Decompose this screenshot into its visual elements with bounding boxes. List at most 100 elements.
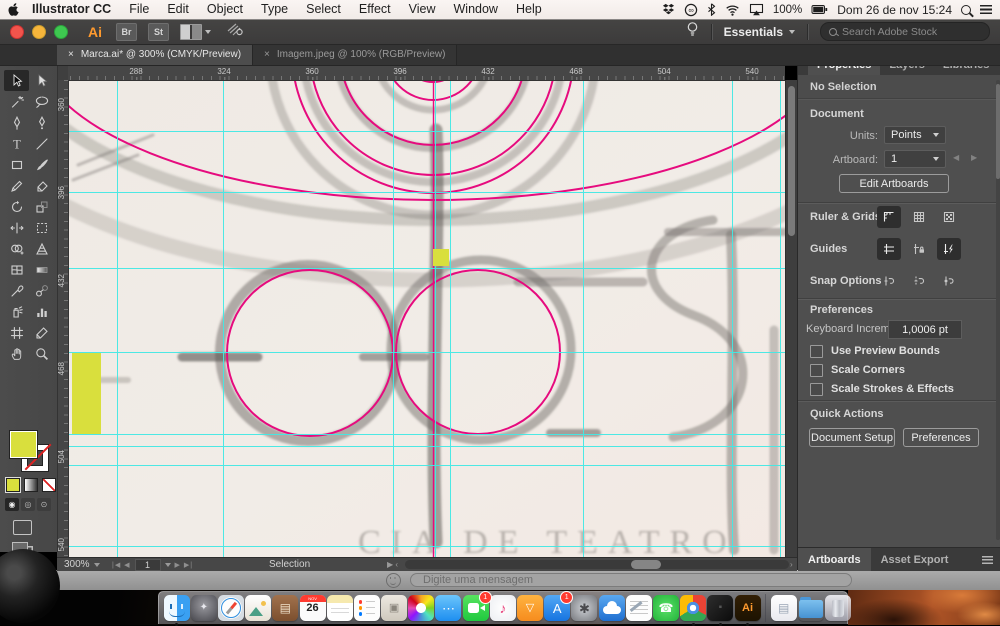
tool-selection-icon[interactable]	[4, 70, 29, 91]
smart-guides-toggle-icon[interactable]	[937, 238, 961, 260]
dock-pictures-icon[interactable]	[245, 595, 271, 621]
tool-blend-icon[interactable]	[29, 280, 54, 301]
document-setup-button[interactable]: Document Setup	[809, 428, 895, 447]
panel-scrollbar[interactable]	[996, 80, 1000, 540]
status-expand-icon[interactable]: ▶ ‹	[387, 558, 398, 571]
preferences-button[interactable]: Preferences	[903, 428, 979, 447]
tool-rotate-icon[interactable]	[4, 196, 29, 217]
arrange-documents-chevron-icon[interactable]	[205, 30, 211, 34]
color-mode-button[interactable]	[6, 478, 20, 492]
dock-messages-icon[interactable]: ⋯	[435, 595, 461, 621]
vertical-ruler[interactable]: 360396432468504540	[57, 80, 69, 557]
horizontal-scrollbar-thumb[interactable]	[631, 560, 661, 569]
adobe-stock-search-input[interactable]: Search Adobe Stock	[820, 22, 990, 41]
tab-close-icon[interactable]: ×	[68, 49, 74, 60]
grid-toggle-icon[interactable]	[907, 206, 931, 228]
gpu-performance-icon[interactable]	[227, 22, 244, 41]
dock-documents-icon[interactable]: ▤	[771, 595, 797, 621]
tool-magic-wand-icon[interactable]	[4, 91, 29, 112]
workspace-switcher[interactable]: Essentials	[724, 25, 795, 39]
checkbox-2[interactable]	[810, 383, 823, 396]
snap-point-toggle-icon[interactable]	[877, 270, 901, 292]
tool-free-transform-icon[interactable]	[29, 217, 54, 238]
menu-item-type[interactable]: Type	[252, 0, 297, 19]
keyboard-increment-field[interactable]: 1,0006 pt	[888, 320, 962, 339]
ruler-corner-toggle-icon[interactable]	[877, 206, 901, 228]
horizontal-scrollbar[interactable]	[405, 560, 789, 569]
tool-mesh-icon[interactable]	[4, 259, 29, 280]
dock-app-store-icon[interactable]: A1	[544, 595, 570, 621]
menubar-clock[interactable]: Dom 26 de nov 15:24	[837, 3, 952, 17]
tool-direct-selection-icon[interactable]	[29, 70, 54, 91]
dock-calendar-icon[interactable]: NOV26	[300, 595, 326, 621]
dock-trash-icon[interactable]	[825, 595, 851, 621]
dock-folder-icon[interactable]	[798, 595, 824, 621]
screen-mode-button[interactable]	[13, 520, 32, 535]
fill-swatch[interactable]	[9, 430, 38, 459]
notification-center-icon[interactable]	[980, 5, 992, 14]
draw-inside-button[interactable]: ⊙	[37, 498, 51, 511]
tool-perspective-grid-icon[interactable]	[29, 238, 54, 259]
tool-lasso-icon[interactable]	[29, 91, 54, 112]
menu-item-window[interactable]: Window	[445, 0, 507, 19]
tool-symbol-sprayer-icon[interactable]	[4, 301, 29, 322]
snap-grid-toggle-icon[interactable]	[907, 270, 931, 292]
dock-system-preferences-icon[interactable]: ✱	[571, 595, 597, 621]
tool-rectangle-icon[interactable]	[4, 154, 29, 175]
guide-lock-toggle-icon[interactable]	[907, 238, 931, 260]
dock-notes-icon[interactable]	[327, 595, 353, 621]
window-minimize-button[interactable]	[32, 25, 46, 39]
wifi-icon[interactable]	[725, 4, 740, 16]
menu-item-object[interactable]: Object	[198, 0, 252, 19]
tool-type-icon[interactable]: T	[4, 133, 29, 154]
scroll-right-arrow[interactable]: ›	[790, 558, 793, 571]
artboard-select[interactable]: 1	[884, 150, 946, 168]
artboard-navigation[interactable]: |◀ ◀ 1 ▶ ▶|	[112, 558, 193, 571]
snap-pixel-toggle-icon[interactable]	[937, 270, 961, 292]
chat-message-input[interactable]: Digite uma mensagem	[410, 573, 852, 587]
gradient-mode-button[interactable]	[24, 478, 38, 492]
dock-cloud-icon[interactable]	[599, 595, 625, 621]
tab-close-icon[interactable]: ×	[264, 49, 270, 60]
tool-zoom-icon[interactable]	[29, 343, 54, 364]
tool-width-icon[interactable]	[4, 217, 29, 238]
artboard-canvas[interactable]: CIA DE TEATRO	[68, 80, 785, 557]
dropbox-icon[interactable]	[662, 3, 675, 16]
tool-curvature-icon[interactable]	[29, 112, 54, 133]
window-close-button[interactable]	[10, 25, 24, 39]
checkbox-1[interactable]	[810, 364, 823, 377]
lightbulb-icon[interactable]	[686, 21, 699, 42]
tool-line-icon[interactable]	[29, 133, 54, 154]
horizontal-ruler[interactable]: 288324360396432468504540	[68, 66, 785, 81]
units-select[interactable]: Points	[884, 126, 946, 144]
menu-item-help[interactable]: Help	[507, 0, 551, 19]
document-tab-1[interactable]: ×Imagem.jpeg @ 100% (RGB/Preview)	[253, 44, 457, 65]
tool-eraser-icon[interactable]	[29, 175, 54, 196]
arrange-documents-icon[interactable]	[180, 24, 202, 40]
dock-black-app-icon[interactable]: ▪	[707, 595, 733, 621]
panel-menu-icon[interactable]	[982, 556, 993, 564]
dock-utility-icon[interactable]: ▣	[381, 595, 407, 621]
edit-artboards-button[interactable]: Edit Artboards	[839, 174, 949, 193]
window-zoom-button[interactable]	[54, 25, 68, 39]
dock-safari-icon[interactable]	[218, 595, 244, 621]
emoji-icon[interactable]	[386, 573, 401, 588]
menu-item-view[interactable]: View	[400, 0, 445, 19]
dock-ibooks-icon[interactable]: ▽	[517, 595, 543, 621]
draw-behind-button[interactable]: ◎	[21, 498, 35, 511]
airplay-icon[interactable]	[749, 3, 764, 16]
tool-slice-icon[interactable]	[29, 322, 54, 343]
bluetooth-icon[interactable]	[707, 3, 716, 16]
tool-scale-icon[interactable]	[29, 196, 54, 217]
dock-textedit-icon[interactable]	[626, 595, 652, 621]
tool-column-graph-icon[interactable]	[29, 301, 54, 322]
dock-launchpad-icon[interactable]: ✦	[191, 595, 217, 621]
stock-button[interactable]: St	[148, 23, 169, 41]
menu-item-file[interactable]: File	[120, 0, 158, 19]
dock-illustrator-icon[interactable]: Ai	[735, 595, 761, 621]
guides-toggle-icon[interactable]	[877, 238, 901, 260]
tool-shape-builder-icon[interactable]	[4, 238, 29, 259]
menu-item-illustrator-cc[interactable]: Illustrator CC	[26, 0, 120, 19]
vertical-scrollbar-thumb[interactable]	[788, 86, 795, 236]
tab-asset-export[interactable]: Asset Export	[871, 548, 959, 571]
